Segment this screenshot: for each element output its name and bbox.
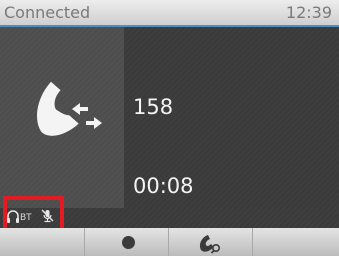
softkey-1[interactable]: [0, 228, 84, 256]
call-timer: 00:08: [133, 174, 194, 198]
record-dot-icon: [122, 236, 135, 249]
softkey-call-search[interactable]: [168, 228, 252, 256]
handset-transfer-icon: [37, 81, 102, 136]
phone-screen: Connected 12:39 158 00:08 BT: [0, 0, 339, 256]
softkey-4[interactable]: [252, 228, 339, 256]
softkey-record[interactable]: [84, 228, 168, 256]
clock: 12:39: [285, 3, 332, 22]
call-status-text: Connected: [4, 3, 91, 22]
handset-search-icon: [199, 235, 221, 254]
softkey-bar: [0, 228, 339, 256]
caller-number: 158: [133, 95, 174, 119]
status-bar: Connected 12:39: [0, 0, 339, 27]
